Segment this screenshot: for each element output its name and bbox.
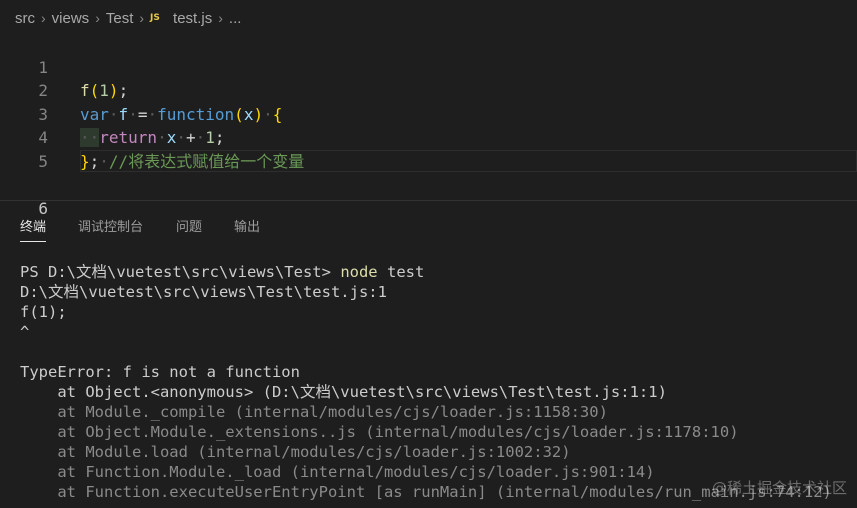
chevron-right-icon: ›: [41, 10, 46, 26]
code-editor[interactable]: 1 f(1); 2 var·f·=·function(x)·{ 3 ··retu…: [0, 32, 857, 218]
tab-terminal[interactable]: 终端: [20, 216, 47, 242]
breadcrumb-item-views[interactable]: views: [52, 10, 90, 27]
terminal-command-arg: test: [386, 263, 425, 281]
terminal-output[interactable]: PS D:\文档\vuetest\src\views\Test> node te…: [20, 262, 850, 502]
tab-problems[interactable]: 问题: [176, 216, 202, 235]
terminal-command: node: [340, 263, 378, 281]
code-line-4[interactable]: 4 };·//将表达式赋值给一个变量: [0, 103, 857, 171]
code-line-6[interactable]: 6: [0, 150, 857, 218]
tab-debug-console[interactable]: 调试控制台: [78, 216, 143, 235]
breadcrumb-file[interactable]: test.js: [173, 10, 212, 27]
terminal-prompt-line: PS D:\文档\vuetest\src\views\Test> node te…: [20, 262, 850, 282]
code-line-2[interactable]: 2 var·f·=·function(x)·{: [0, 56, 857, 124]
js-file-icon: JS: [150, 11, 166, 25]
breadcrumb-item-test[interactable]: Test: [106, 10, 134, 27]
terminal-stack-line: at Module._compile (internal/modules/cjs…: [20, 403, 608, 421]
breadcrumb-more[interactable]: ...: [229, 10, 242, 27]
code-line-1[interactable]: 1 f(1);: [0, 32, 857, 101]
terminal-prompt: PS D:\文档\vuetest\src\views\Test>: [20, 263, 331, 281]
terminal-stack-line: at Object.Module._extensions..js (intern…: [20, 423, 739, 441]
code-line-3[interactable]: 3 ··return·x·+·1;: [0, 79, 857, 148]
terminal-line: f(1);: [20, 303, 67, 321]
breadcrumb: src › views › Test › JS test.js › ...: [0, 0, 857, 36]
chevron-right-icon: ›: [218, 10, 223, 26]
terminal-stack-line: at Object.<anonymous> (D:\文档\vuetest\src…: [20, 383, 667, 401]
tab-output[interactable]: 输出: [234, 216, 260, 235]
terminal-line: D:\文档\vuetest\src\views\Test\test.js:1: [20, 283, 387, 301]
panel-divider[interactable]: [0, 200, 857, 201]
current-line-highlight: [80, 150, 857, 172]
code-line-5[interactable]: 5: [0, 126, 857, 171]
terminal-error-line: TypeError: f is not a function: [20, 363, 300, 381]
chevron-right-icon: ›: [95, 10, 100, 26]
chevron-right-icon: ›: [139, 10, 145, 26]
panel-tabs: 终端 调试控制台 问题 输出: [0, 206, 857, 246]
watermark: @稀土掘金技术社区: [711, 479, 847, 497]
terminal-stack-line: at Module.load (internal/modules/cjs/loa…: [20, 443, 571, 461]
breadcrumb-item-src[interactable]: src: [15, 10, 35, 27]
terminal-line: ^: [20, 323, 30, 341]
